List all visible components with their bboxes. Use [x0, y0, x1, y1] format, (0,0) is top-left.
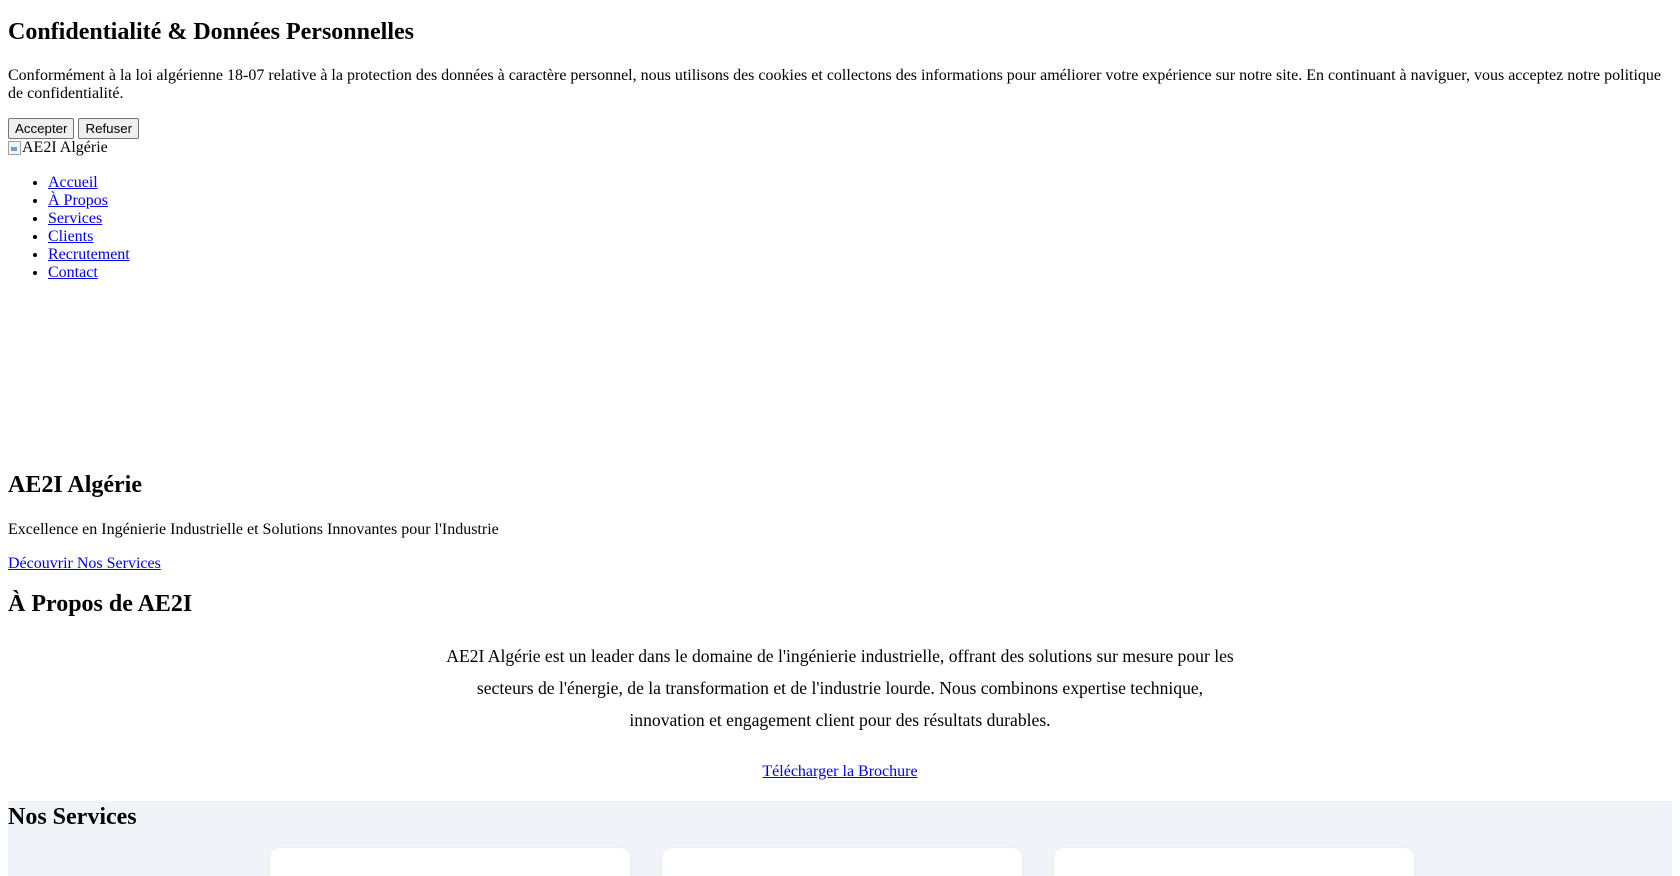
- download-brochure-link[interactable]: Télécharger la Brochure: [762, 763, 917, 780]
- nav-link-clients[interactable]: Clients: [48, 228, 93, 245]
- main-nav: Accueil À Propos Services Clients Recrut…: [8, 174, 130, 282]
- cookie-banner-text: Conformément à la loi algérienne 18-07 r…: [8, 67, 1662, 102]
- services-title: Nos Services: [8, 804, 137, 830]
- hero-subtitle: Excellence en Ingénierie Industrielle et…: [8, 521, 499, 538]
- nav-item-accueil: Accueil: [48, 174, 130, 192]
- nav-link-accueil[interactable]: Accueil: [48, 174, 98, 191]
- nav-item-contact: Contact: [48, 264, 130, 282]
- refuse-cookies-button[interactable]: Refuser: [78, 118, 140, 139]
- nav-item-clients: Clients: [48, 228, 130, 246]
- nav-link-services[interactable]: Services: [48, 210, 102, 227]
- about-title: À Propos de AE2I: [8, 591, 193, 617]
- site-logo[interactable]: AE2I Algérie: [8, 139, 108, 157]
- service-card[interactable]: [1054, 848, 1414, 876]
- nav-item-recrutement: Recrutement: [48, 246, 130, 264]
- nav-link-recrutement[interactable]: Recrutement: [48, 246, 130, 263]
- cookie-banner-title: Confidentialité & Données Personnelles: [8, 19, 414, 45]
- nav-item-a-propos: À Propos: [48, 192, 130, 210]
- service-card[interactable]: [662, 848, 1022, 876]
- brochure-wrapper: Télécharger la Brochure: [8, 763, 1672, 781]
- cookie-banner-actions: Accepter Refuser: [8, 118, 140, 139]
- logo-alt-text: AE2I Algérie: [22, 139, 108, 156]
- nav-link-a-propos[interactable]: À Propos: [48, 192, 108, 209]
- about-text: AE2I Algérie est un leader dans le domai…: [446, 646, 1234, 730]
- services-section: Nos Services: [8, 801, 1672, 876]
- nav-item-services: Services: [48, 210, 130, 228]
- accept-cookies-button[interactable]: Accepter: [8, 118, 75, 139]
- service-card[interactable]: [270, 848, 630, 876]
- nav-link-contact[interactable]: Contact: [48, 264, 98, 281]
- broken-image-icon: [8, 141, 21, 155]
- hero-title: AE2I Algérie: [8, 472, 142, 498]
- discover-services-link[interactable]: Découvrir Nos Services: [8, 555, 161, 573]
